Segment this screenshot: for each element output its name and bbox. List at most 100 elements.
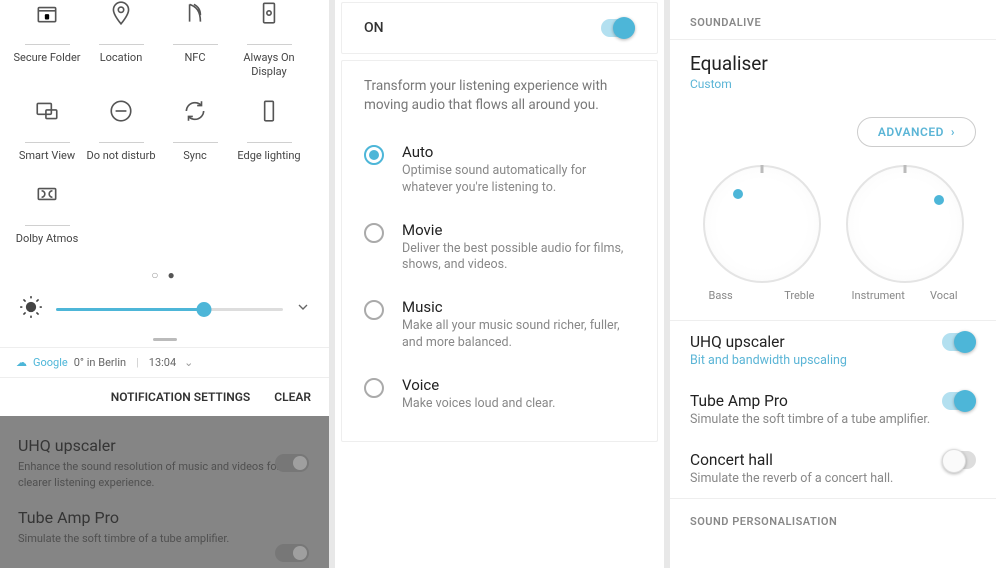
section-personalisation: SOUND PERSONALISATION (690, 499, 976, 538)
tube-subtitle: Simulate the soft timbre of a tube ampli… (18, 531, 311, 546)
folder-lock-icon (34, 0, 60, 26)
instrument-vocal-dial[interactable] (846, 165, 964, 283)
qs-tile-nfc[interactable]: NFC (158, 0, 232, 98)
tube-title: Tube Amp Pro (18, 508, 311, 527)
vocal-label: Vocal (930, 289, 957, 302)
sound-option-auto[interactable]: Auto Optimise sound automatically for wh… (364, 131, 635, 209)
sound-option-movie[interactable]: Movie Deliver the best possible audio fo… (364, 209, 635, 287)
qs-tile-aod[interactable]: Always On Display (232, 0, 306, 98)
nfc-icon (182, 0, 208, 26)
brightness-slider[interactable] (56, 308, 283, 311)
weather-text: 0° in Berlin (74, 356, 126, 369)
master-switch-row: ON (341, 2, 658, 54)
uhq-title: UHQ upscaler (18, 436, 311, 455)
bass-treble-dial[interactable] (703, 165, 821, 283)
option-desc: Make all your music sound richer, fuller… (402, 318, 635, 352)
intro-text: Transform your listening experience with… (364, 77, 635, 115)
qs-tile-label: Do not disturb (86, 149, 155, 163)
quick-settings-grid: Secure Folder Location NFC Always On Displa… (0, 0, 329, 264)
setting-subtitle: Simulate the soft timbre of a tube ampli… (690, 412, 930, 427)
qs-tile-label: Secure Folder (13, 51, 80, 65)
sound-options: Transform your listening experience with… (341, 60, 658, 442)
option-desc: Optimise sound automatically for whateve… (402, 163, 635, 197)
qs-tile-folder-lock[interactable]: Secure Folder (10, 0, 84, 98)
dnd-icon (108, 98, 134, 124)
qs-tile-smart-view[interactable]: Smart View (10, 98, 84, 181)
uhq-toggle-disabled (275, 454, 309, 472)
sync-icon (182, 98, 208, 124)
advanced-button[interactable]: ADVANCED › (857, 117, 976, 147)
google-label[interactable]: Google (33, 356, 68, 369)
cloud-icon: ☁ (16, 356, 27, 369)
qs-tile-edge[interactable]: Edge lighting (232, 98, 306, 181)
tube-toggle-disabled (275, 544, 309, 562)
qs-tile-label: Smart View (19, 149, 75, 163)
divider: | (136, 356, 139, 369)
bass-label: Bass (709, 289, 733, 302)
qs-tile-sync[interactable]: Sync (158, 98, 232, 181)
radio-icon (364, 145, 384, 165)
quick-settings-panel: Secure Folder Location NFC Always On Displa… (0, 0, 329, 568)
brightness-icon (18, 294, 44, 324)
sound-option-music[interactable]: Music Make all your music sound richer, … (364, 286, 635, 364)
setting-title: Concert hall (690, 451, 893, 469)
sound-mode-panel: ON Transform your listening experience w… (335, 0, 664, 568)
qs-tile-label: Always On Display (232, 51, 306, 80)
status-row: ☁ Google 0° in Berlin | 13:04 ⌄ (0, 347, 329, 378)
edge-icon (256, 98, 282, 124)
qs-tile-label: Sync (183, 149, 207, 163)
setting-toggle[interactable] (942, 333, 976, 351)
dolby-icon (34, 181, 60, 207)
qs-tile-location[interactable]: Location (84, 0, 158, 98)
qs-tile-dnd[interactable]: Do not disturb (84, 98, 158, 181)
smart-view-icon (34, 98, 60, 124)
qs-tile-label: Edge lighting (237, 149, 300, 163)
radio-icon (364, 378, 384, 398)
location-icon (108, 0, 134, 26)
setting-concert-hall: Concert hall Simulate the reverb of a co… (690, 439, 976, 498)
setting-text[interactable]: Tube Amp Pro Simulate the soft timbre of… (690, 392, 930, 427)
qs-tile-label: Location (100, 51, 143, 65)
notification-bar: NOTIFICATION SETTINGS CLEAR (0, 378, 329, 416)
drag-handle[interactable] (153, 338, 177, 341)
equaliser-subtitle: Custom (690, 77, 976, 91)
qs-tile-label: Dolby Atmos (16, 232, 79, 246)
setting-text[interactable]: Concert hall Simulate the reverb of a co… (690, 451, 893, 486)
aod-icon (256, 0, 282, 26)
setting-tube-amp-pro: Tube Amp Pro Simulate the soft timbre of… (690, 380, 976, 439)
master-toggle[interactable] (601, 19, 635, 37)
on-label: ON (364, 20, 384, 36)
setting-uhq-upscaler: UHQ upscaler Bit and bandwidth upscaling (690, 321, 976, 380)
page-indicator: ○ ● (0, 264, 329, 286)
setting-toggle[interactable] (942, 451, 976, 469)
chevron-right-icon: › (951, 125, 955, 139)
option-title: Auto (402, 143, 635, 161)
setting-title: Tube Amp Pro (690, 392, 930, 410)
dimmed-background: UHQ upscaler Enhance the sound resolutio… (0, 416, 329, 568)
equaliser-title[interactable]: Equaliser (690, 52, 976, 75)
setting-subtitle: Simulate the reverb of a concert hall. (690, 471, 893, 486)
chevron-down-icon[interactable] (295, 299, 311, 319)
setting-title: UHQ upscaler (690, 333, 847, 351)
option-title: Movie (402, 221, 635, 239)
time-text: 13:04 (149, 356, 176, 369)
setting-subtitle: Bit and bandwidth upscaling (690, 353, 847, 368)
sound-option-voice[interactable]: Voice Make voices loud and clear. (364, 364, 635, 425)
qs-tile-label: NFC (184, 51, 205, 65)
equaliser-panel: SOUNDALIVE Equaliser Custom ADVANCED › B… (670, 0, 996, 568)
option-title: Voice (402, 376, 635, 394)
qs-tile-dolby[interactable]: Dolby Atmos (10, 181, 84, 264)
radio-icon (364, 223, 384, 243)
clear-button[interactable]: CLEAR (274, 390, 311, 404)
chevron-down-icon[interactable]: ⌄ (184, 356, 193, 369)
option-desc: Deliver the best possible audio for film… (402, 241, 635, 275)
option-title: Music (402, 298, 635, 316)
radio-icon (364, 300, 384, 320)
instrument-label: Instrument (852, 289, 905, 302)
eq-dials: Bass Treble Instrument Vocal (690, 165, 976, 302)
uhq-subtitle: Enhance the sound resolution of music an… (18, 459, 311, 490)
option-desc: Make voices loud and clear. (402, 396, 635, 413)
notification-settings-button[interactable]: NOTIFICATION SETTINGS (111, 390, 251, 404)
setting-toggle[interactable] (942, 392, 976, 410)
setting-text[interactable]: UHQ upscaler Bit and bandwidth upscaling (690, 333, 847, 368)
